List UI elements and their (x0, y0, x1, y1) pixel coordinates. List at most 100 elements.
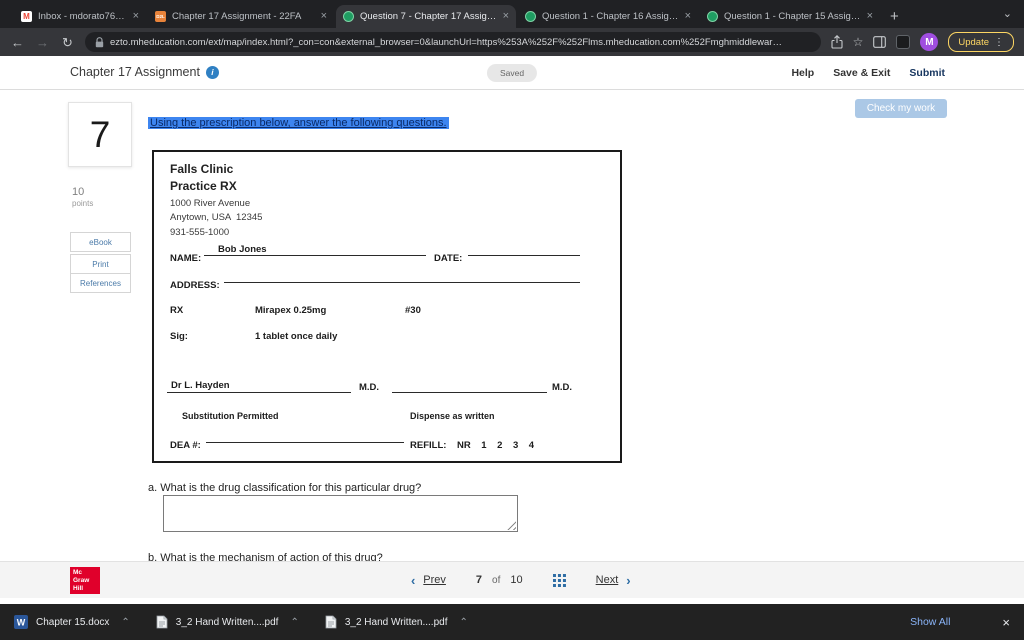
word-file-icon: W (14, 615, 28, 629)
tab-title: Question 1 - Chapter 16 Assign… (542, 11, 679, 22)
check-my-work-button[interactable]: Check my work (855, 99, 947, 118)
mcgraw-hill-logo: Mc Graw Hill (70, 567, 100, 594)
ebook-link[interactable]: eBook (70, 232, 131, 252)
dea-label: DEA #: (170, 440, 201, 451)
tab-assignment[interactable]: D2L Chapter 17 Assignment - 22FA × (148, 5, 334, 28)
download-filename: 3_2 Hand Written....pdf (175, 616, 279, 628)
prev-button[interactable]: Prev (423, 574, 446, 586)
drug-quantity: #30 (405, 305, 421, 316)
next-chevron-icon[interactable]: › (626, 574, 630, 587)
resize-handle-icon[interactable] (506, 520, 516, 530)
dispense-as-written-label: Dispense as written (410, 411, 495, 421)
show-all-downloads-button[interactable]: Show All (910, 616, 950, 628)
url-text: ezto.mheducation.com/ext/map/index.html?… (110, 36, 782, 48)
resource-links: eBook Print References (70, 232, 131, 293)
assignment-title-row: Chapter 17 Assignment i (70, 65, 219, 79)
tab-close-icon[interactable]: × (685, 11, 691, 22)
bookmark-star-icon[interactable]: ☆ (853, 36, 864, 48)
points-label: points (72, 199, 94, 209)
forward-button[interactable]: → (35, 36, 50, 49)
share-icon[interactable] (831, 35, 843, 49)
download-menu-caret-icon[interactable]: ⌃ (121, 617, 129, 628)
side-panel-icon[interactable] (873, 36, 887, 48)
references-link[interactable]: References (70, 273, 131, 293)
logo-line: Graw (73, 577, 90, 585)
pdf-file-icon (156, 615, 168, 629)
tab-search-chevron-icon[interactable]: ⌄ (1003, 7, 1012, 20)
sub-question-a: a. What is the drug classification for t… (148, 482, 422, 494)
download-item[interactable]: 3_2 Hand Written....pdf ⌃ (156, 615, 299, 629)
prescription-form: Falls Clinic Practice RX 1000 River Aven… (152, 150, 622, 463)
lock-icon (95, 36, 104, 48)
refill-options: NR 1 2 3 4 (457, 440, 535, 451)
current-page: 7 (475, 574, 483, 586)
tab-question-7-active[interactable]: Question 7 - Chapter 17 Assig… × (336, 5, 516, 28)
next-button[interactable]: Next (596, 574, 619, 586)
clinic-address-1: 1000 River Avenue (170, 198, 251, 209)
name-label: NAME: (170, 253, 202, 264)
address-bar[interactable]: ezto.mheducation.com/ext/map/index.html?… (85, 32, 821, 52)
address-blank (224, 270, 580, 283)
download-item[interactable]: 3_2 Hand Written....pdf ⌃ (325, 615, 468, 629)
connect-favicon (707, 11, 718, 22)
substitution-permitted-label: Substitution Permitted (182, 411, 279, 421)
download-menu-caret-icon[interactable]: ⌃ (459, 617, 467, 628)
dea-blank (206, 430, 404, 443)
tab-question-ch15[interactable]: Question 1 - Chapter 15 Assign… × (700, 5, 880, 28)
md-label-1: M.D. (359, 382, 380, 393)
page-of-label: of (492, 574, 501, 586)
reload-button[interactable]: ↻ (60, 36, 75, 49)
tab-close-icon[interactable]: × (867, 11, 873, 22)
prev-chevron-icon[interactable]: ‹ (411, 574, 415, 587)
save-exit-button[interactable]: Save & Exit (833, 67, 890, 79)
drug-name: Mirapex 0.25mg (255, 305, 327, 316)
answer-a-input[interactable] (163, 495, 518, 532)
extension-icon[interactable] (896, 35, 911, 49)
browser-toolbar: ← → ↻ ezto.mheducation.com/ext/map/index… (0, 28, 1024, 56)
download-item[interactable]: W Chapter 15.docx ⌃ (14, 615, 130, 629)
question-number-box: 7 (68, 102, 132, 167)
print-link[interactable]: Print (70, 254, 131, 274)
page-title: Chapter 17 Assignment (70, 65, 200, 79)
tab-inbox[interactable]: M Inbox - mdorato762@myncc… × (14, 5, 146, 28)
update-button[interactable]: Update ⋮ (948, 32, 1014, 52)
tab-title: Question 7 - Chapter 17 Assig… (360, 11, 497, 22)
clinic-address-2: Anytown, USA 12345 (170, 212, 263, 223)
new-tab-button[interactable]: + (890, 9, 899, 24)
date-blank (468, 243, 580, 256)
total-pages: 10 (510, 574, 523, 586)
browser-menu-icon[interactable]: ⋮ (994, 37, 1004, 48)
assignment-footer: Mc Graw Hill ‹ Prev 7 of 10 Next › (0, 561, 1024, 598)
points-block: 10 points (72, 185, 93, 210)
submit-button[interactable]: Submit (909, 67, 945, 79)
tab-title: Chapter 17 Assignment - 22FA (172, 11, 302, 22)
back-button[interactable]: ← (10, 36, 25, 49)
tab-close-icon[interactable]: × (321, 11, 327, 22)
pagination: ‹ Prev 7 of 10 Next › (411, 562, 631, 598)
doctor-signature: Dr L. Hayden (167, 378, 351, 393)
tab-title: Question 1 - Chapter 15 Assign… (724, 11, 861, 22)
practice-name: Practice RX (170, 179, 237, 193)
rx-label: RX (170, 305, 184, 316)
tab-close-icon[interactable]: × (503, 11, 509, 22)
tab-question-ch16[interactable]: Question 1 - Chapter 16 Assign… × (518, 5, 698, 28)
download-menu-caret-icon[interactable]: ⌃ (290, 617, 298, 628)
points-value: 10 (72, 186, 85, 198)
tab-title: Inbox - mdorato762@myncc… (38, 11, 127, 22)
assignment-header: Chapter 17 Assignment i Saved Help Save … (0, 56, 1024, 90)
clinic-name: Falls Clinic (170, 162, 234, 176)
sig-label: Sig: (170, 331, 188, 342)
pdf-file-icon (325, 615, 337, 629)
profile-avatar[interactable]: M (920, 33, 939, 51)
question-map-grid-icon[interactable] (552, 573, 566, 587)
close-downloads-bar-icon[interactable]: × (1002, 615, 1010, 630)
connect-favicon (525, 11, 536, 22)
info-icon[interactable]: i (205, 65, 219, 79)
tab-close-icon[interactable]: × (133, 11, 139, 22)
date-label: DATE: (434, 253, 463, 264)
clinic-phone: 931-555-1000 (170, 227, 230, 238)
downloads-bar: W Chapter 15.docx ⌃ 3_2 Hand Written....… (0, 604, 1024, 640)
sig-value: 1 tablet once daily (255, 331, 338, 342)
help-button[interactable]: Help (791, 67, 814, 79)
refill-label: REFILL: (410, 440, 447, 451)
